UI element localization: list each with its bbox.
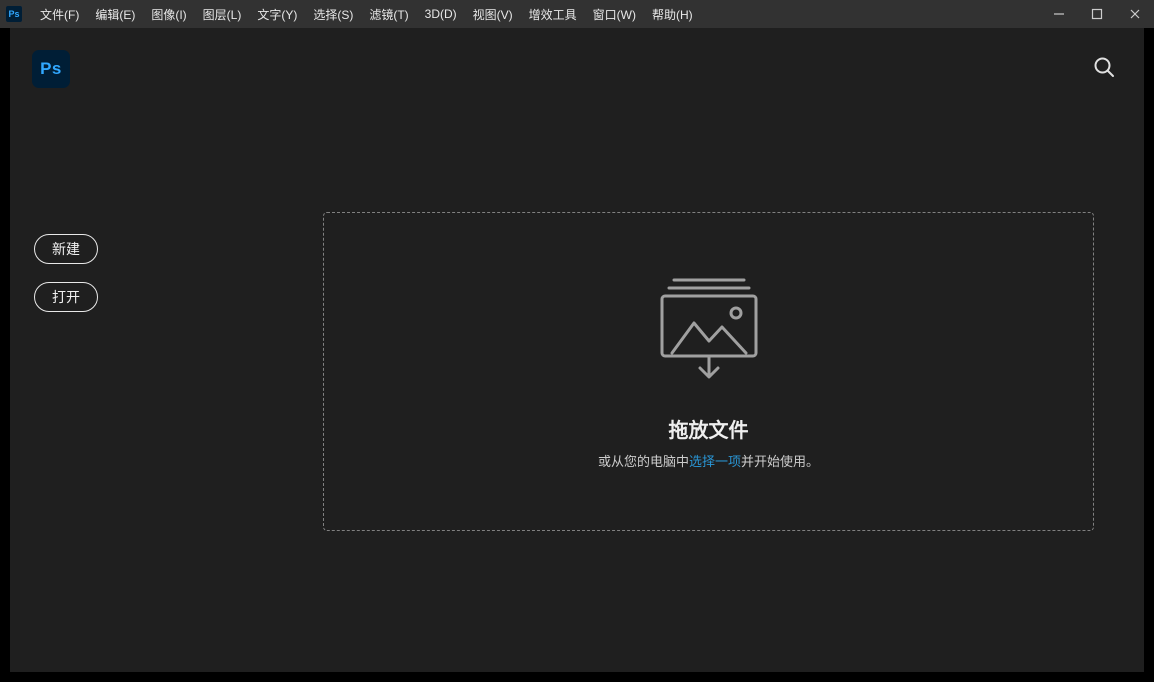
menu-window[interactable]: 窗口(W) (585, 2, 644, 27)
dropzone-title: 拖放文件 (669, 414, 749, 443)
titlebar: Ps 文件(F) 编辑(E) 图像(I) 图层(L) 文字(Y) 选择(S) 滤… (0, 0, 1154, 28)
window-controls (1040, 0, 1154, 28)
menu-view[interactable]: 视图(V) (465, 2, 521, 27)
minimize-icon (1053, 8, 1065, 20)
menu-layer[interactable]: 图层(L) (195, 2, 250, 27)
file-dropzone[interactable]: 拖放文件 或从您的电脑中选择一项并开始使用。 (323, 212, 1094, 531)
app-logo-label: Ps (40, 59, 62, 79)
home-sidebar-buttons: 新建 打开 (34, 234, 98, 312)
menu-file[interactable]: 文件(F) (32, 2, 87, 27)
dropzone-browse-link[interactable]: 选择一项 (689, 454, 741, 469)
maximize-icon (1091, 8, 1103, 20)
open-file-label: 打开 (52, 287, 80, 307)
dropzone-caption-after: 并开始使用。 (741, 454, 819, 469)
menu-help[interactable]: 帮助(H) (644, 2, 701, 27)
window-close-button[interactable] (1116, 0, 1154, 28)
home-screen: Ps 新建 打开 (10, 28, 1144, 672)
open-file-button[interactable]: 打开 (34, 282, 98, 312)
app-logo[interactable]: Ps (32, 50, 70, 88)
menu-image[interactable]: 图像(I) (143, 2, 194, 27)
window-minimize-button[interactable] (1040, 0, 1078, 28)
menu-plugins[interactable]: 增效工具 (521, 2, 585, 27)
image-stack-icon (654, 273, 764, 383)
dropzone-caption: 或从您的电脑中选择一项并开始使用。 (598, 451, 819, 470)
menu-3d[interactable]: 3D(D) (417, 3, 465, 25)
dropzone-caption-before: 或从您的电脑中 (598, 454, 689, 469)
close-icon (1129, 8, 1141, 20)
search-icon (1092, 55, 1116, 79)
menu-select[interactable]: 选择(S) (305, 2, 361, 27)
menu-filter[interactable]: 滤镜(T) (361, 2, 416, 27)
search-button[interactable] (1092, 55, 1116, 84)
dropzone-illustration (654, 273, 764, 388)
titlebar-left: Ps 文件(F) 编辑(E) 图像(I) 图层(L) 文字(Y) 选择(S) 滤… (6, 2, 701, 27)
menu-type[interactable]: 文字(Y) (249, 2, 305, 27)
app-icon-label: Ps (8, 9, 19, 19)
new-file-label: 新建 (52, 239, 80, 259)
home-topbar: Ps (10, 28, 1144, 110)
window-maximize-button[interactable] (1078, 0, 1116, 28)
app-icon-small: Ps (6, 6, 22, 22)
menu-edit[interactable]: 编辑(E) (87, 2, 143, 27)
new-file-button[interactable]: 新建 (34, 234, 98, 264)
